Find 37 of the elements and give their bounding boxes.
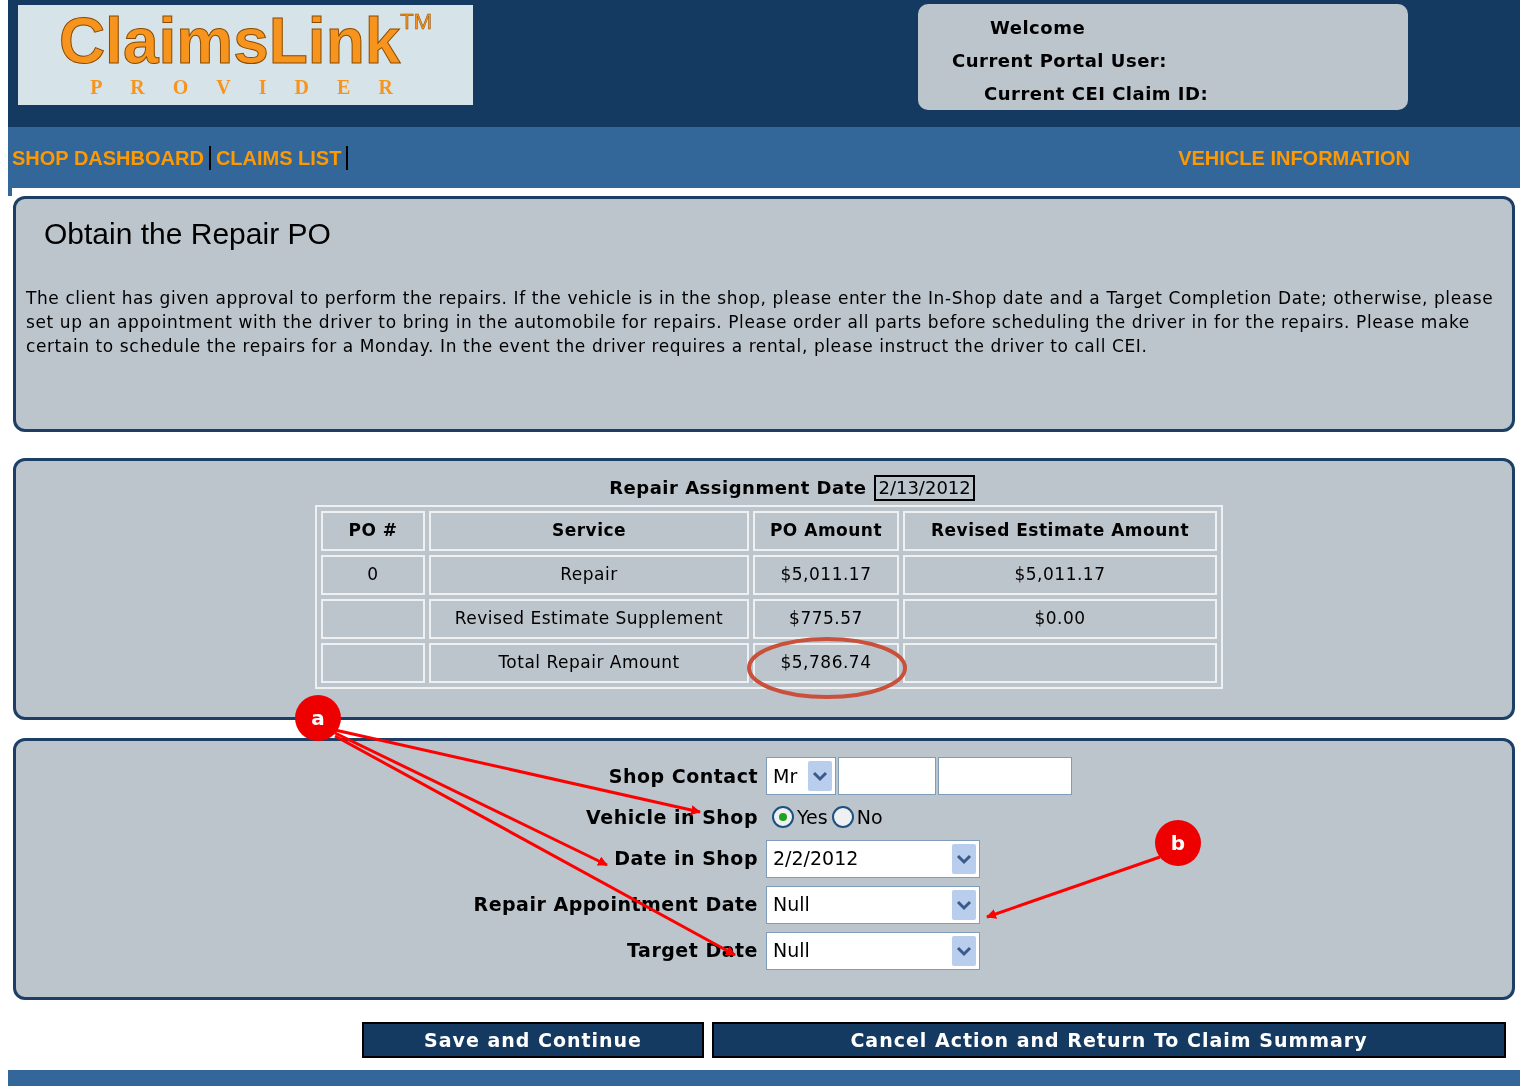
trademark-mark: TM <box>400 8 433 34</box>
radio-button[interactable] <box>831 806 854 829</box>
logo-subtitle: PROVIDER <box>90 77 421 97</box>
table-cell: $5,011.17 <box>903 555 1217 595</box>
column-header: PO # <box>321 511 425 551</box>
column-header: Service <box>429 511 749 551</box>
table-cell: 0 <box>321 555 425 595</box>
table-cell: $775.57 <box>753 599 899 639</box>
table-cell: $0.00 <box>903 599 1217 639</box>
field-label: Vehicle in Shop <box>585 805 758 830</box>
instructions-text: The client has given approval to perform the repairs. If the vehicle is in the shop, please enter the In-Shop date and a Target Completion Date; otherwise, please set up an appointment with the driver to bring in the automobile for repairs. Please order all parts before scheduling the driver in for the repairs. Please make certain to schedule the repairs for a Monday. In the event the driver requires a rental, please instruct the driver to call CEI. <box>26 287 1495 358</box>
field-label: Shop Contact <box>607 763 758 789</box>
radio-label: Yes <box>797 805 828 830</box>
welcome-text: Current Portal User: <box>952 49 1167 73</box>
save-button[interactable]: Save and Continue <box>362 1022 704 1058</box>
column-header: PO Amount <box>753 511 899 551</box>
welcome-text: Current CEI Claim ID: <box>984 82 1209 106</box>
table-cell: $5,011.17 <box>753 555 899 595</box>
table-cell: Total Repair Amount <box>429 643 749 683</box>
assignment-date: 2/13/2012 <box>874 474 975 501</box>
cancel-button[interactable]: Cancel Action and Return To Claim Summary <box>712 1022 1506 1058</box>
last-name-field[interactable] <box>938 757 1072 795</box>
field-label: Date in Shop <box>613 846 758 872</box>
date-dropdown[interactable]: Null <box>766 931 980 970</box>
date-dropdown[interactable]: Null <box>766 885 980 924</box>
welcome-text: Welcome <box>990 16 1086 40</box>
column-header: Revised Estimate Amount <box>903 511 1217 551</box>
table-cell: Repair <box>429 555 749 595</box>
radio-button[interactable] <box>772 806 794 829</box>
title-dropdown[interactable]: Mr <box>766 757 836 795</box>
radio-label: No <box>856 805 883 830</box>
logo-name: ClaimsLink <box>58 5 401 77</box>
date-dropdown[interactable]: 2/2/2012 <box>766 839 980 878</box>
field-label: Repair Assignment Date <box>609 476 867 500</box>
first-name-field[interactable] <box>838 757 936 795</box>
panel-title: Obtain the Repair PO <box>44 216 332 252</box>
table-cell: Revised Estimate Supplement <box>429 599 749 639</box>
